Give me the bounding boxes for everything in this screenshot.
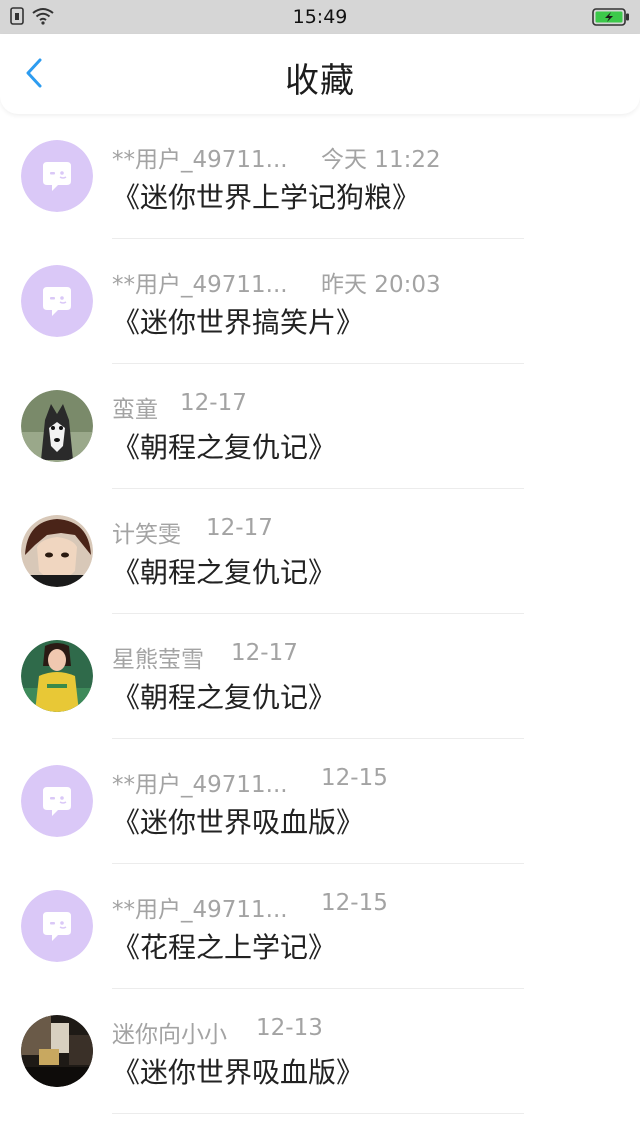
username: 蛮童 xyxy=(112,397,158,423)
timestamp: 12-17 xyxy=(206,515,273,541)
username: **用户_49711... xyxy=(112,272,288,298)
book-title: 《迷你世界吸血版》 xyxy=(112,1056,365,1089)
avatar xyxy=(21,1015,93,1087)
status-bar: 15:49 xyxy=(0,0,640,34)
book-title: 《朝程之复仇记》 xyxy=(112,556,337,589)
husky-photo-icon xyxy=(21,390,93,462)
username: 计笑雯 xyxy=(112,522,181,548)
avatar xyxy=(21,765,93,837)
dark-photo-icon xyxy=(21,1015,93,1087)
list-item[interactable]: **用户_49711... 12-15 《花程之上学记》 xyxy=(0,864,640,989)
list-item[interactable]: 星熊莹雪 12-17 《朝程之复仇记》 xyxy=(0,614,640,739)
timestamp: 12-17 xyxy=(180,390,247,416)
avatar xyxy=(21,515,93,587)
battery-icon xyxy=(592,8,630,30)
avatar xyxy=(21,640,93,712)
list-item[interactable]: **用户_49711... 12-15 《迷你世界吸血版》 xyxy=(0,739,640,864)
book-title: 《朝程之复仇记》 xyxy=(112,681,337,714)
page-title: 收藏 xyxy=(285,61,355,101)
item-meta: **用户_49711... 12-15 xyxy=(112,890,388,924)
anime-boy-photo-icon xyxy=(21,515,93,587)
chat-bubble-icon xyxy=(21,890,93,962)
item-meta: 蛮童 12-17 xyxy=(112,390,247,424)
avatar xyxy=(21,390,93,462)
item-meta: **用户_49711... 昨天 20:03 xyxy=(112,265,441,299)
avatar xyxy=(21,890,93,962)
item-meta: 迷你向小小 12-13 xyxy=(112,1015,323,1049)
timestamp: 12-17 xyxy=(231,640,298,666)
list-item[interactable]: 迷你向小小 12-13 《迷你世界吸血版》 xyxy=(0,989,640,1114)
item-meta: 计笑雯 12-17 xyxy=(112,515,273,549)
username: 星熊莹雪 xyxy=(112,647,204,673)
item-meta: 星熊莹雪 12-17 xyxy=(112,640,298,674)
favorites-list: **用户_49711... 今天 11:22 《迷你世界上学记狗粮》 **用户_… xyxy=(0,114,640,1114)
divider xyxy=(112,1113,524,1114)
list-item[interactable]: **用户_49711... 今天 11:22 《迷你世界上学记狗粮》 xyxy=(0,114,640,239)
girl-stadium-photo-icon xyxy=(21,640,93,712)
chat-bubble-icon xyxy=(21,140,93,212)
timestamp: 今天 11:22 xyxy=(321,147,441,173)
book-title: 《迷你世界吸血版》 xyxy=(112,806,365,839)
username: **用户_49711... xyxy=(112,897,288,923)
list-item[interactable]: 计笑雯 12-17 《朝程之复仇记》 xyxy=(0,489,640,614)
avatar xyxy=(21,265,93,337)
item-meta: **用户_49711... 12-15 xyxy=(112,765,388,799)
username: 迷你向小小 xyxy=(112,1022,227,1048)
book-title: 《迷你世界搞笑片》 xyxy=(112,306,365,339)
username: **用户_49711... xyxy=(112,772,288,798)
username: **用户_49711... xyxy=(112,147,288,173)
book-title: 《花程之上学记》 xyxy=(112,931,337,964)
book-title: 《朝程之复仇记》 xyxy=(112,431,337,464)
chat-bubble-icon xyxy=(21,265,93,337)
timestamp: 昨天 20:03 xyxy=(321,272,441,298)
avatar xyxy=(21,140,93,212)
book-title: 《迷你世界上学记狗粮》 xyxy=(112,181,421,214)
timestamp: 12-15 xyxy=(321,890,388,916)
header-bar: 收藏 xyxy=(0,34,640,114)
chat-bubble-icon xyxy=(21,765,93,837)
status-time: 15:49 xyxy=(292,6,348,28)
timestamp: 12-15 xyxy=(321,765,388,791)
list-item[interactable]: **用户_49711... 昨天 20:03 《迷你世界搞笑片》 xyxy=(0,239,640,364)
timestamp: 12-13 xyxy=(256,1015,323,1041)
item-meta: **用户_49711... 今天 11:22 xyxy=(112,140,441,174)
list-item[interactable]: 蛮童 12-17 《朝程之复仇记》 xyxy=(0,364,640,489)
